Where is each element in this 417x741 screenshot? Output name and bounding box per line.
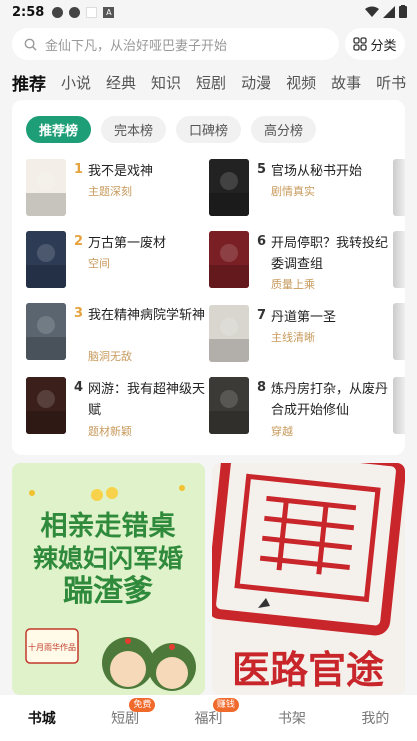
book-title: 我在精神病院学斩神 (88, 308, 206, 323)
pill-completed[interactable]: 完本榜 (101, 116, 167, 143)
ranking-pills: 推荐榜 完本榜 口碑榜 高分榜 (26, 116, 317, 143)
rank-number: 2 (74, 234, 84, 249)
free-badge: 免费 (129, 698, 156, 712)
wifi-icon (365, 6, 379, 17)
book-cover (209, 159, 249, 216)
book-item[interactable]: 7 丹道第一圣 主线清晰 (209, 305, 394, 367)
book-cover (209, 305, 249, 362)
book-item[interactable]: 4 网游：我有超神级天赋 题材新颖 (26, 377, 211, 439)
search-row: 金仙下凡，从治好哑巴妻子开始 分类 (12, 28, 405, 60)
nav-profile[interactable]: 我的 (334, 695, 417, 741)
book-cover (26, 159, 66, 216)
book-tag: 题材新颖 (88, 425, 132, 438)
notification-a-icon: A (103, 6, 115, 18)
nav-label: 书架 (277, 711, 306, 727)
banner-medical-career[interactable]: 医路官途 (212, 463, 405, 695)
book-tag: 质量上乘 (271, 278, 315, 291)
book-cover (209, 231, 249, 288)
book-cover (209, 377, 249, 434)
book-tag: 主线清晰 (271, 331, 315, 344)
book-cover (26, 231, 66, 288)
nav-bookstore[interactable]: 书城 (0, 695, 83, 741)
tab-recommend[interactable]: 推荐 (12, 70, 46, 95)
book-title: 开局停职？我转投纪委调查组 (271, 236, 389, 272)
bottom-nav: 书城 短剧 免费 福利 赚钱 书架 我的 (0, 695, 417, 741)
pill-reputation[interactable]: 口碑榜 (176, 116, 242, 143)
pill-high-score[interactable]: 高分榜 (251, 116, 317, 143)
book-tag: 剧情真实 (271, 185, 315, 198)
banner-title-line-3: 踹渣爹 (63, 574, 153, 609)
book-title: 官场从秘书开始 (271, 164, 363, 179)
book-item[interactable]: 5 官场从秘书开始 剧情真实 (209, 159, 394, 221)
search-placeholder: 金仙下凡，从治好哑巴妻子开始 (45, 38, 228, 54)
category-label: 分类 (370, 38, 397, 54)
ranking-card: 推荐榜 完本榜 口碑榜 高分榜 1 我不是戏神 主题深刻 2 万古第一废材 空间… (12, 100, 405, 455)
book-cover (26, 377, 66, 434)
tab-classic[interactable]: 经典 (106, 72, 136, 93)
banner-2-title: 医路官途 (232, 647, 384, 692)
earn-badge: 赚钱 (212, 698, 239, 712)
category-tabs: 推荐 小说 经典 知识 短剧 动漫 视频 故事 听书 (12, 68, 417, 96)
tab-knowledge[interactable]: 知识 (151, 72, 181, 93)
nav-welfare[interactable]: 福利 赚钱 (167, 695, 250, 741)
status-time: 2:58 (12, 4, 45, 20)
book-item[interactable]: 2 万古第一废材 空间 (26, 231, 211, 293)
rank-number: 7 (257, 308, 267, 323)
book-tag: 空间 (88, 257, 110, 270)
book-title: 炼丹房打杂，从废丹合成开始修仙 (271, 382, 389, 418)
nav-label: 我的 (361, 711, 390, 727)
next-column-cover (393, 377, 405, 434)
nav-short-drama[interactable]: 短剧 免费 (83, 695, 166, 741)
tab-audiobook[interactable]: 听书 (376, 72, 406, 93)
status-indicators (365, 5, 407, 18)
book-title: 丹道第一圣 (271, 310, 337, 325)
tab-anime[interactable]: 动漫 (241, 72, 271, 93)
banner-art: 相亲走错桌 辣媳妇闪军婚 踹渣爹 十月雨华作品 (25, 485, 196, 691)
rank-number: 1 (74, 162, 84, 177)
tab-short-drama[interactable]: 短剧 (196, 72, 226, 93)
status-bar: 2:58 A (0, 0, 417, 24)
nav-label: 书城 (27, 711, 56, 727)
book-item[interactable]: 6 开局停职？我转投纪委调查组 质量上乘 (209, 231, 394, 293)
book-title: 万古第一废材 (88, 236, 167, 251)
banner-title-line-2: 辣媳妇闪军婚 (33, 544, 183, 573)
banner-author-stamp: 十月雨华作品 (28, 642, 76, 652)
grid-icon (353, 37, 368, 51)
banner-row: 相亲走错桌 辣媳妇闪军婚 踹渣爹 十月雨华作品 医路官途 (12, 463, 405, 695)
book-item[interactable]: 8 炼丹房打杂，从废丹合成开始修仙 穿越 (209, 377, 394, 439)
rank-number: 3 (74, 306, 84, 321)
search-icon (24, 38, 37, 51)
book-title: 我不是戏神 (88, 164, 154, 179)
notification-icon-2 (69, 6, 81, 18)
banner-art-2: 医路官途 (212, 463, 405, 692)
book-tag: 穿越 (271, 425, 293, 438)
banner-military-marriage[interactable]: 相亲走错桌 辣媳妇闪军婚 踹渣爹 十月雨华作品 (12, 463, 205, 695)
next-column-cover (393, 303, 405, 360)
book-title: 网游：我有超神级天赋 (88, 382, 206, 418)
book-item[interactable]: 3 我在精神病院学斩神 脑洞无敌 (26, 303, 211, 365)
book-cover (26, 303, 66, 360)
battery-icon (399, 5, 407, 18)
rank-number: 8 (257, 380, 267, 395)
tab-story[interactable]: 故事 (331, 72, 361, 93)
category-button[interactable]: 分类 (345, 28, 405, 60)
book-tag: 主题深刻 (88, 185, 132, 198)
notification-icon (52, 6, 64, 18)
tab-novel[interactable]: 小说 (61, 72, 91, 93)
tab-video[interactable]: 视频 (286, 72, 316, 93)
rank-number: 5 (257, 162, 267, 177)
banner-title-line-1: 相亲走错桌 (41, 511, 176, 542)
book-tag: 脑洞无敌 (88, 350, 132, 363)
nav-bookshelf[interactable]: 书架 (250, 695, 333, 741)
search-input[interactable]: 金仙下凡，从治好哑巴妻子开始 (12, 28, 339, 60)
next-column-cover (393, 159, 405, 216)
signal-icon (383, 5, 395, 18)
book-item[interactable]: 1 我不是戏神 主题深刻 (26, 159, 211, 221)
pill-recommend[interactable]: 推荐榜 (26, 116, 92, 143)
rank-number: 6 (257, 234, 267, 249)
next-column-cover (393, 231, 405, 288)
notification-square-icon (86, 6, 98, 18)
rank-number: 4 (74, 380, 84, 395)
